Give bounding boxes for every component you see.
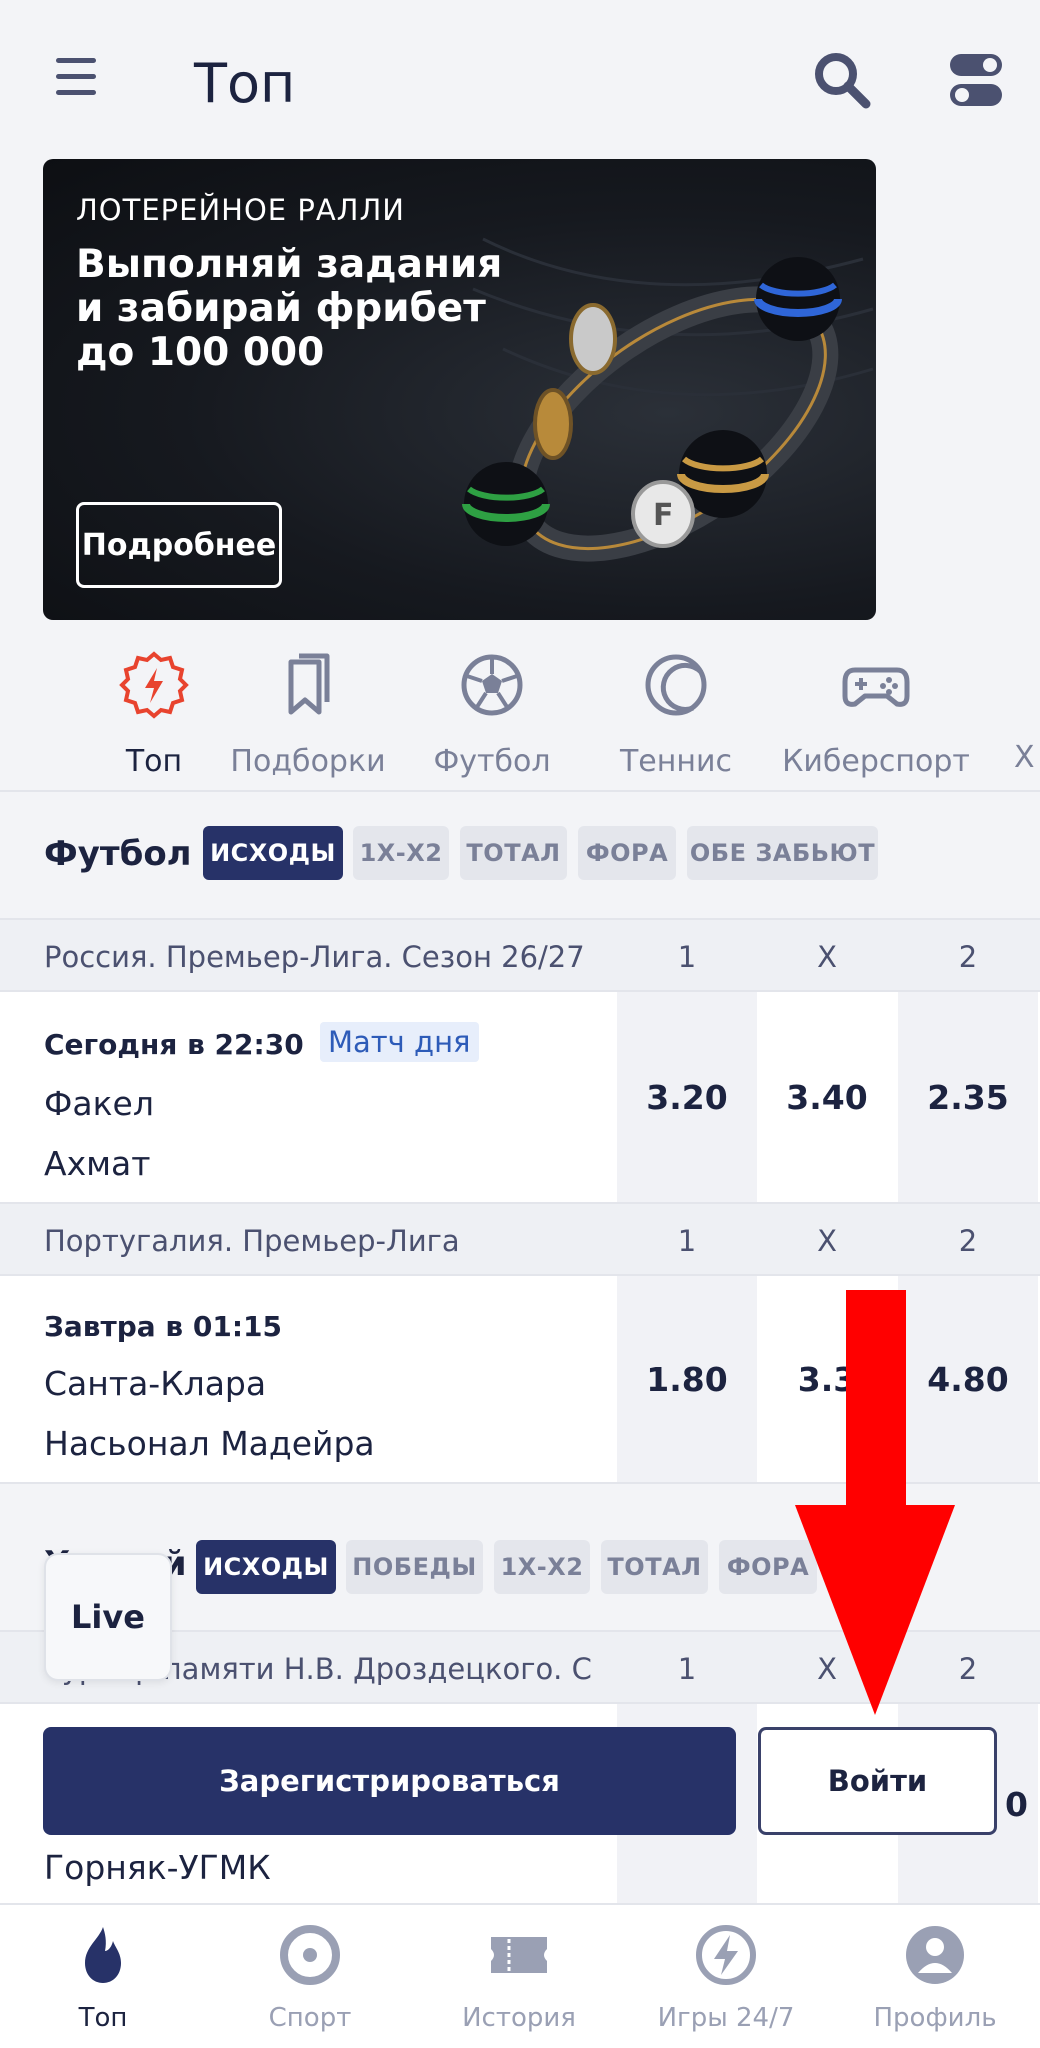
toggle-settings-icon[interactable] [944,48,1008,112]
odd-button-2[interactable]: 2.35 [898,992,1038,1202]
col-header-1: 1 [677,940,697,974]
category-top[interactable]: Топ [84,640,224,779]
match-of-day-badge: Матч дня [320,1022,479,1062]
category-label: Х [1014,740,1035,775]
soccer-ball-icon [461,654,523,716]
svg-text:F: F [653,498,674,533]
login-button[interactable]: Войти [758,1727,997,1835]
odd-button-x[interactable]: 3.40 [757,992,897,1202]
top-app-bar: Топ [0,0,1040,160]
market-chip-total[interactable]: ТОТАЛ [601,1540,708,1594]
market-chip-outcomes[interactable]: ИСХОДЫ [196,1540,336,1594]
col-header-2: 2 [958,940,978,974]
category-collections[interactable]: Подборки [228,640,388,779]
gamepad-icon [842,667,910,707]
nav-label: Топ [78,2003,128,2033]
match-time: Сегодня в 22:30 [44,1028,304,1061]
market-chip-double-chance[interactable]: 1Х-Х2 [494,1540,590,1594]
category-tabs: Топ Подборки Футбол Теннис Киберспорт Х [0,640,1040,790]
search-icon[interactable] [810,48,874,112]
category-football[interactable]: Футбол [422,640,562,779]
team-home: Факел [44,1084,154,1123]
ticket-icon [491,1937,547,1973]
nav-top[interactable]: Топ [3,1915,203,2033]
market-chip-both-score[interactable]: ОБЕ ЗАБЬЮТ [687,826,878,880]
nav-label: Профиль [873,2003,997,2033]
nav-games[interactable]: Игры 24/7 [626,1915,826,2033]
live-button[interactable]: Live [44,1553,172,1681]
category-label: Киберспорт [782,744,970,779]
league-row[interactable]: Россия. Премьер-Лига. Сезон 26/27 1 X 2 [0,918,1040,992]
red-arrow-annotation [795,1290,955,1715]
market-chip-handicap[interactable]: ФОРА [578,826,676,880]
lightning-badge-icon [119,651,189,719]
market-chip-double-chance[interactable]: 1Х-Х2 [353,826,449,880]
category-label: Теннис [619,744,732,779]
category-label: Футбол [433,744,551,779]
lightning-circle-icon [696,1925,756,1985]
league-name: Россия. Премьер-Лига. Сезон 26/27 [44,940,585,974]
hockey-icon [1014,650,1040,720]
nav-history[interactable]: История [419,1915,619,2033]
banner-kicker: ЛОТЕРЕЙНОЕ РАЛЛИ [76,193,405,227]
tennis-ball-icon [645,654,707,716]
nav-sport[interactable]: Спорт [210,1915,410,2033]
market-chip-total[interactable]: ТОТАЛ [460,826,567,880]
team-away: Насьонал Мадейра [44,1424,375,1463]
bookmarks-icon [288,653,330,715]
col-header-2: 2 [958,1224,978,1258]
col-header-1: 1 [677,1224,697,1258]
col-header-1: 1 [677,1652,697,1686]
col-header-x: X [817,940,837,974]
category-tennis[interactable]: Теннис [606,640,746,779]
flame-icon [85,1927,121,1983]
banner-illustration: F [462,237,874,562]
register-button[interactable]: Зарегистрироваться [43,1727,736,1835]
team-away: Ахмат [44,1144,151,1183]
match-row[interactable]: Сегодня в 22:30 Матч дня Факел Ахмат 3.2… [0,992,1040,1202]
section-title: Футбол [44,834,192,874]
team-home: Санта-Клара [44,1364,267,1403]
auth-bar: Зарегистрироваться Войти [0,1700,1040,1904]
page-title: Топ [194,52,296,115]
nav-label: История [462,2003,576,2033]
nav-profile[interactable]: Профиль [835,1915,1035,2033]
col-header-x: X [817,1224,837,1258]
category-hockey[interactable]: Х [1014,640,1040,775]
category-esports[interactable]: Киберспорт [778,640,974,779]
category-label: Подборки [230,744,386,779]
category-label: Топ [125,744,183,779]
menu-icon[interactable] [56,58,96,98]
bottom-navigation: Топ Спорт История Игры 24/7 Профиль [0,1903,1040,2048]
odd-button-1[interactable]: 3.20 [617,992,757,1202]
market-chip-outcomes[interactable]: ИСХОДЫ [203,826,343,880]
market-chip-wins[interactable]: ПОБЕДЫ [346,1540,483,1594]
banner-more-button[interactable]: Подробнее [76,502,282,588]
user-icon [906,1926,964,1984]
nav-label: Спорт [268,2003,352,2033]
league-name: Португалия. Премьер-Лига [44,1224,460,1258]
promo-banner[interactable]: ЛОТЕРЕЙНОЕ РАЛЛИ Выполняй задания и заби… [43,159,876,620]
match-time: Завтра в 01:15 [44,1310,283,1343]
nav-label: Игры 24/7 [657,2003,795,2033]
odd-button-1[interactable]: 1.80 [617,1276,757,1482]
league-row[interactable]: Португалия. Премьер-Лига 1 X 2 [0,1202,1040,1276]
target-icon [280,1925,340,1985]
football-section-header: Футбол ИСХОДЫ 1Х-Х2 ТОТАЛ ФОРА ОБЕ ЗАБЬЮ… [0,790,1040,914]
